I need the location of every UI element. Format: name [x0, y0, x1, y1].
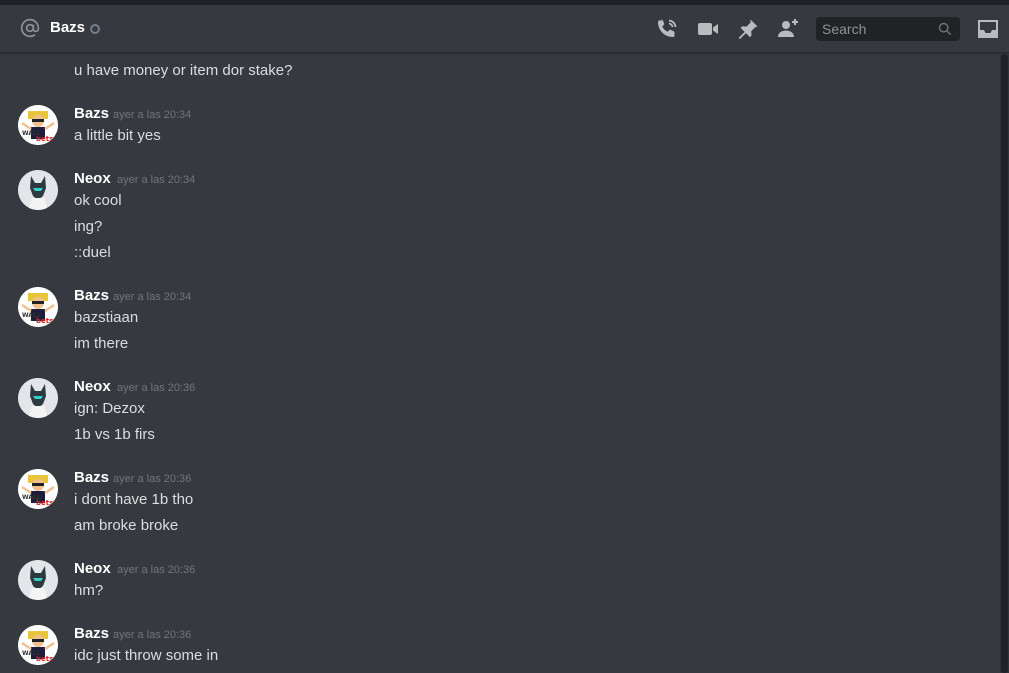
message-scrollbar[interactable] [1000, 54, 1009, 673]
svg-text:bets: bets [36, 655, 53, 663]
avatar-bazs[interactable]: WALL bets [18, 469, 58, 509]
inbox-button[interactable] [976, 17, 1000, 41]
avatar-neox[interactable] [18, 560, 58, 600]
pinned-messages-button[interactable] [736, 17, 760, 41]
avatar-neox[interactable] [18, 378, 58, 418]
avatar-bazs[interactable]: WALL bets [18, 105, 58, 145]
message-content: idc just throw some in [74, 647, 219, 664]
message-author[interactable]: Bazs [74, 624, 109, 644]
search-box[interactable] [816, 17, 960, 41]
message-author[interactable]: Neox [74, 169, 111, 189]
video-call-button[interactable] [696, 17, 720, 41]
message-timestamp: ayer a las 20:36 [113, 629, 192, 641]
add-friends-to-dm-button[interactable] [776, 17, 800, 41]
message-author[interactable]: Bazs [74, 286, 109, 306]
message-author[interactable]: Bazs [74, 104, 109, 124]
message-content: i dont have 1b tho [74, 491, 194, 508]
message-timestamp: ayer a las 20:34 [117, 174, 196, 186]
message-content: im there [74, 335, 129, 352]
message-content: ok cool [74, 192, 122, 209]
message-content: ing? [74, 218, 103, 235]
scrollbar-thumb[interactable] [1001, 54, 1008, 673]
message-author[interactable]: Bazs [74, 468, 109, 488]
message-timestamp: ayer a las 20:34 [113, 291, 192, 303]
message-content: 1b vs 1b firs [74, 426, 155, 443]
message-content: ign: Dezox [74, 400, 145, 417]
message-content: u have money or item dor stake? [74, 62, 293, 79]
message-content: a little bit yes [74, 127, 161, 144]
message-content: bazstiaan [74, 309, 139, 326]
video-call-icon [698, 23, 718, 35]
add-user-icon [778, 19, 798, 37]
inbox-icon [978, 20, 998, 38]
message-content: am broke broke [74, 517, 179, 534]
dm-recipient-name: Bazs [50, 19, 86, 36]
message-content: hm? [74, 582, 104, 599]
phone-call-button[interactable] [655, 17, 679, 41]
svg-text:bets: bets [36, 135, 53, 143]
message-timestamp: ayer a las 20:36 [117, 382, 196, 394]
message-timestamp: ayer a las 20:34 [113, 109, 192, 121]
svg-text:bets: bets [36, 499, 53, 507]
channel-header: Bazs [0, 5, 1009, 53]
message-list: u have money or item dor stake? WALL bets… [0, 54, 1000, 673]
message-author[interactable]: Neox [74, 377, 111, 397]
svg-text:bets: bets [36, 317, 53, 325]
search-icon [938, 22, 952, 36]
message-timestamp: ayer a las 20:36 [117, 564, 196, 576]
at-icon [20, 18, 40, 38]
search-input[interactable] [822, 20, 934, 38]
avatar-bazs[interactable]: WALL bets [18, 625, 58, 665]
offline-status-icon [90, 24, 100, 34]
pin-icon [739, 19, 758, 39]
message-author[interactable]: Neox [74, 559, 111, 579]
phone-call-icon [658, 19, 677, 37]
avatar-neox[interactable] [18, 170, 58, 210]
avatar-bazs[interactable]: WALL bets [18, 287, 58, 327]
message-content: ::duel [74, 244, 111, 261]
message-timestamp: ayer a las 20:36 [113, 473, 192, 485]
